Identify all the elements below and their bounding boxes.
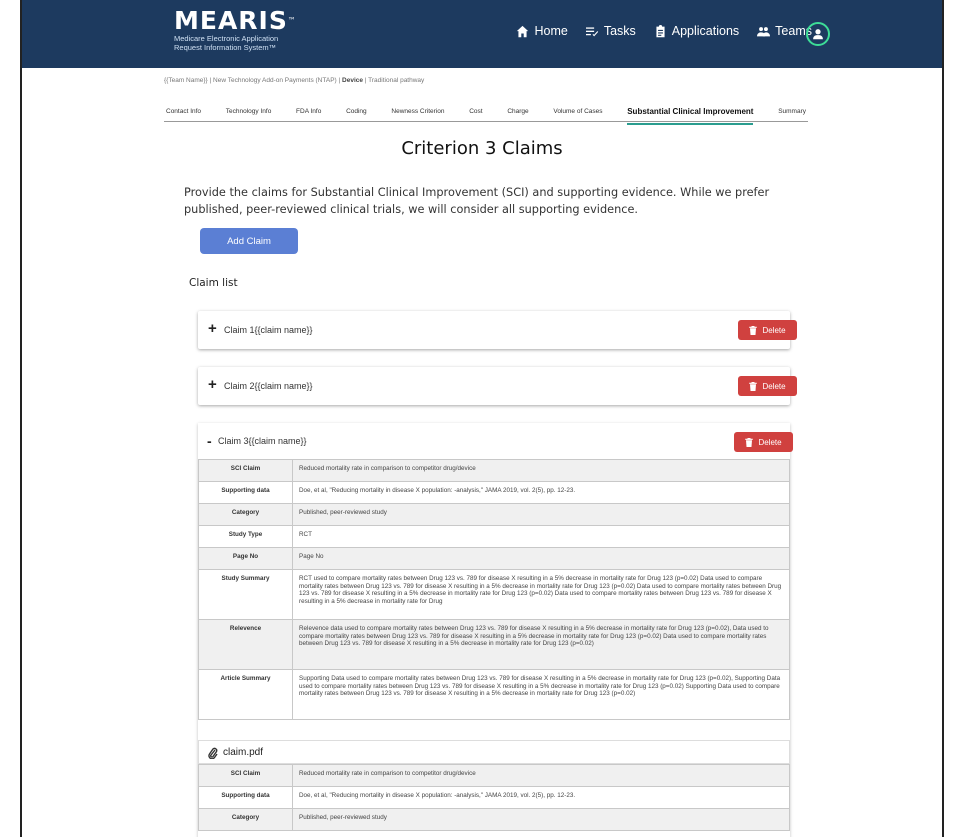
row-label: Supporting data: [198, 786, 293, 809]
nav-home-label: Home: [534, 24, 568, 38]
table-row: SCI Claim Reduced mortality rate in compa…: [198, 459, 790, 482]
claim-title[interactable]: Claim 1{{claim name}}: [224, 325, 313, 335]
row-value: Reduced mortality rate in comparison to …: [292, 764, 790, 787]
breadcrumb-current: Device: [342, 77, 363, 84]
row-value: Reduced mortality rate in comparison to …: [292, 459, 790, 482]
nav-teams[interactable]: Teams: [757, 24, 812, 38]
row-label: Supporting data: [198, 481, 293, 504]
logo-subtitle-2: Request Information System™: [174, 43, 277, 52]
row-label: Article Summary: [198, 669, 293, 720]
logo-subtitle-1: Medicare Electronic Application: [174, 34, 279, 43]
breadcrumb: {{Team Name}} | New Technology Add-on Pa…: [164, 77, 424, 84]
breadcrumb-prefix: {{Team Name}} | New Technology Add-on Pa…: [164, 77, 343, 84]
claim-title[interactable]: Claim 2{{claim name}}: [224, 381, 313, 391]
row-value: Published, peer-reviewed study: [292, 503, 790, 526]
row-label: Relevence: [198, 619, 293, 670]
table-row: Page No Page No: [198, 547, 790, 570]
row-label: SCI Claim: [198, 764, 293, 787]
delete-label: Delete: [762, 381, 786, 391]
table-row: Study Summary RCT used to compare mortali…: [198, 569, 790, 620]
claim-list-heading: Claim list: [189, 277, 238, 289]
row-label: Study Type: [198, 525, 293, 548]
breadcrumb-suffix: | Traditional pathway: [362, 77, 425, 84]
row-label: Study Summary: [198, 569, 293, 620]
row-value: Published, peer-reviewed study: [292, 808, 790, 831]
table-row: Category Published, peer-reviewed study: [198, 503, 790, 526]
clipboard-icon: [656, 24, 665, 37]
intro-text: Provide the claims for Substantial Clini…: [184, 186, 770, 216]
delete-claim-button[interactable]: Delete: [738, 376, 797, 396]
table-row: Study Type RCT: [198, 525, 790, 548]
row-value: Doe, et al, "Reducing mortality in disea…: [292, 786, 790, 809]
table-row: SCI Claim Reduced mortality rate in compa…: [198, 764, 790, 787]
add-claim-button[interactable]: Add Claim: [200, 228, 298, 254]
nav-applications-label: Applications: [671, 24, 740, 38]
tab-contact-info[interactable]: Contact Info: [166, 104, 201, 119]
delete-claim-button[interactable]: Delete: [738, 320, 797, 340]
user-icon: [813, 29, 823, 40]
nav-tasks[interactable]: Tasks: [585, 24, 636, 38]
row-value: RCT used to compare mortality rates betw…: [292, 569, 790, 620]
row-label: Page No: [198, 547, 293, 570]
tab-fda-info[interactable]: FDA Info: [296, 104, 321, 119]
claim-card-2: + Claim 2{{claim name}} Delete: [198, 367, 797, 405]
section-tabs: Contact Info Technology Info FDA Info Co…: [164, 102, 808, 125]
paperclip-icon: [208, 747, 218, 759]
page-title: Criterion 3 Claims: [401, 138, 563, 159]
claim-header: - Claim 3{{claim name}} Delete: [198, 423, 793, 459]
attachment-row[interactable]: claim.pdf: [198, 740, 790, 764]
row-value: Supporting Data used to compare mortalit…: [292, 669, 790, 720]
expand-icon[interactable]: +: [208, 377, 217, 392]
row-value: Page No: [292, 547, 790, 570]
tab-cost[interactable]: Cost: [469, 104, 482, 119]
tab-coding[interactable]: Coding: [346, 104, 367, 119]
tab-substantial-clinical-improvement[interactable]: Substantial Clinical Improvement: [627, 103, 754, 125]
main-nav: Home Tasks Applications Teams: [516, 24, 812, 38]
attachment-filename[interactable]: claim.pdf: [223, 747, 263, 758]
row-value: Relevence data used to compare mortality…: [292, 619, 790, 670]
trash-icon: [749, 381, 758, 391]
row-label: Category: [198, 808, 293, 831]
trash-icon: [749, 325, 758, 335]
claim-details-table: SCI Claim Reduced mortality rate in compa…: [198, 459, 790, 720]
page-content: {{Team Name}} | New Technology Add-on Pa…: [22, 68, 942, 837]
table-row: Article Summary Supporting Data used to c…: [198, 669, 790, 720]
table-row: Relevence Relevence data used to compare …: [198, 619, 790, 670]
expand-icon[interactable]: +: [208, 321, 217, 336]
row-value: RCT: [292, 525, 790, 548]
delete-label: Delete: [758, 437, 782, 447]
row-value: Doe, et al, "Reducing mortality in disea…: [292, 481, 790, 504]
delete-label: Delete: [762, 325, 786, 335]
row-label: Category: [198, 503, 293, 526]
trash-icon: [745, 437, 754, 447]
collapse-icon[interactable]: -: [207, 433, 212, 449]
tab-newness-criterion[interactable]: Newness Criterion: [391, 104, 444, 119]
logo-wordmark: MEARIS™: [174, 6, 297, 35]
claim-card-1: + Claim 1{{claim name}} Delete: [198, 311, 797, 349]
tab-summary[interactable]: Summary: [778, 104, 806, 119]
mearis-logo[interactable]: MEARIS™ Medicare Electronic Application …: [174, 6, 297, 53]
team-icon: [757, 26, 771, 36]
tasks-icon: [585, 26, 598, 36]
nav-tasks-label: Tasks: [603, 24, 636, 38]
claim-card-3-expanded: - Claim 3{{claim name}} Delete SCI Claim…: [198, 423, 793, 837]
delete-claim-button[interactable]: Delete: [734, 432, 793, 452]
nav-home[interactable]: Home: [516, 24, 568, 38]
claim-title[interactable]: Claim 3{{claim name}}: [218, 436, 307, 446]
attachment-details-table: SCI Claim Reduced mortality rate in compa…: [198, 764, 790, 831]
tab-volume-of-cases[interactable]: Volume of Cases: [553, 104, 602, 119]
nav-applications[interactable]: Applications: [654, 24, 739, 38]
row-label: SCI Claim: [198, 459, 293, 482]
home-icon: [517, 25, 529, 37]
table-row: Category Published, peer-reviewed study: [198, 808, 790, 831]
app-frame: MEARIS™ Medicare Electronic Application …: [20, 0, 944, 837]
table-row: Supporting data Doe, et al, "Reducing mor…: [198, 481, 790, 504]
top-bar: MEARIS™ Medicare Electronic Application …: [22, 0, 942, 68]
tab-charge[interactable]: Charge: [507, 104, 528, 119]
user-account-button[interactable]: [806, 22, 830, 46]
table-row: Supporting data Doe, et al, "Reducing mor…: [198, 786, 790, 809]
tab-technology-info[interactable]: Technology Info: [226, 104, 272, 119]
